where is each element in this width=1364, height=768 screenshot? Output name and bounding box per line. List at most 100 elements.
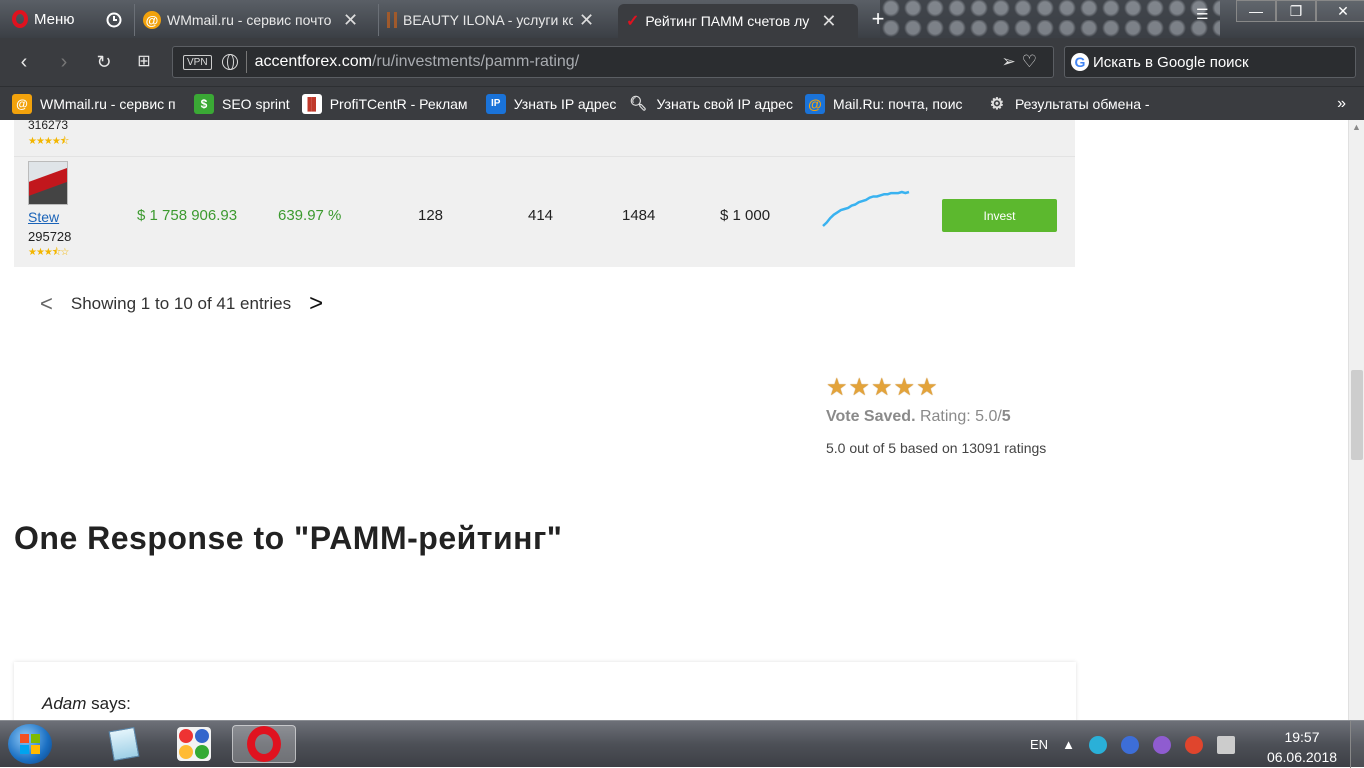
bookmark-seosprint[interactable]: $ SEO sprint — [194, 93, 290, 114]
back-arrow-icon[interactable]: ‹ — [12, 50, 36, 74]
trader-stars: ★★★★⯪ — [28, 136, 69, 147]
more-bookmarks-icon[interactable]: » — [1337, 95, 1346, 113]
prev-page-button[interactable]: < — [40, 291, 53, 317]
rating-star-icon[interactable]: ★ — [916, 376, 938, 400]
magnifier-icon: 🔍︎ — [629, 95, 648, 111]
system-clock[interactable]: 19:57 06.06.2018 — [1262, 727, 1342, 767]
windows-logo-icon — [20, 734, 40, 754]
opera-menu-button[interactable]: Меню — [4, 4, 94, 34]
send-arrow-icon[interactable]: ➢ — [1002, 52, 1022, 71]
rating-label: Rating: 5.0/ — [919, 408, 1002, 425]
bookmark-profitcentr[interactable]: ▐▌ ProfiTCentR - Реклам — [301, 93, 474, 114]
page-content: 316273 ★★★★⯪ Stew 295728 ★★★⯪☆ $ 1 758 9… — [0, 120, 1348, 720]
bookmark-my-ip[interactable]: 🔍︎ Узнать свой IP адрес — [628, 94, 793, 114]
profitcentr-icon: ▐▌ — [301, 93, 322, 114]
bookmark-mailru[interactable]: @ Mail.Ru: почта, поис — [804, 93, 975, 114]
page-scrollbar[interactable]: ▲ — [1348, 120, 1364, 720]
tab-title: WMmail.ru - сервис почто — [167, 12, 332, 28]
comment-author: Adam says: — [42, 694, 131, 714]
history-clock-icon[interactable] — [96, 6, 132, 34]
bookmark-label: Узнать IP адрес — [513, 95, 617, 112]
start-button[interactable] — [8, 724, 52, 764]
tab-wmmail[interactable]: @ WMmail.ru - сервис почто ✕ — [134, 4, 374, 36]
bookmark-label: SEO sprint — [222, 95, 290, 112]
url-actions: ➢♡ — [1002, 52, 1044, 72]
url-path: /ru/investments/pamm-rating/ — [371, 53, 580, 70]
tab-beauty[interactable]: BEAUTY ILONA - услуги ко ✕ — [378, 4, 614, 36]
speed-dial-grid-icon[interactable]: ⊞ — [132, 50, 156, 74]
trader-name-link[interactable]: Stew — [28, 209, 59, 225]
seosprint-icon: $ — [194, 93, 214, 114]
app-grid-icon — [177, 727, 211, 761]
feather-tray-icon[interactable] — [1152, 735, 1171, 754]
show-desktop-button[interactable] — [1350, 721, 1364, 768]
comment-author-name[interactable]: Adam — [42, 694, 86, 713]
equity-sparkline — [822, 190, 910, 227]
language-indicator[interactable]: EN — [1030, 737, 1048, 752]
google-icon: G — [1071, 53, 1089, 71]
stat-cell: 414 — [528, 207, 554, 224]
rating-max: 5 — [1001, 408, 1011, 425]
url-domain: accentforex.com — [254, 53, 372, 70]
rating-star-icon[interactable]: ★ — [849, 376, 871, 400]
tray-expand-icon[interactable]: ▲ — [1062, 737, 1075, 752]
scrollbar-thumb[interactable] — [1351, 370, 1363, 460]
rating-summary: 5.0 out of 5 based on 13091 ratings — [826, 440, 1047, 456]
rating-stars[interactable]: ★ ★ ★ ★ ★ — [826, 376, 1046, 400]
maximize-icon[interactable]: ❐ — [1276, 0, 1316, 22]
bookmark-label: ProfiTCentR - Реклам — [329, 95, 468, 112]
clock-date: 06.06.2018 — [1266, 749, 1338, 765]
taskbar-opera-app[interactable] — [232, 725, 296, 763]
search-input[interactable]: G Искать в Google поиск — [1064, 46, 1356, 78]
trader-avatar[interactable] — [28, 161, 68, 205]
opera-logo-icon — [247, 726, 281, 762]
bird-tray-icon[interactable] — [1088, 735, 1107, 754]
tab-menu-icon[interactable]: ☰ — [1196, 6, 1209, 23]
table-row: 316273 ★★★★⯪ — [14, 120, 1075, 156]
new-tab-plus-icon[interactable]: + — [864, 6, 892, 32]
beauty-icon — [387, 12, 397, 28]
rating-star-icon[interactable]: ★ — [826, 376, 848, 400]
bookmark-ip[interactable]: IP Узнать IP адрес — [485, 93, 617, 114]
vote-status: Vote Saved. Rating: 5.0/5 — [826, 408, 1046, 426]
trader-id: 295728 — [28, 229, 72, 244]
bookmark-label: Узнать свой IP адрес — [656, 95, 793, 112]
close-icon[interactable]: ✕ — [343, 10, 358, 31]
scroll-up-arrow-icon[interactable]: ▲ — [1352, 122, 1361, 132]
minimize-icon[interactable]: — — [1236, 0, 1276, 22]
comment-says: says: — [86, 694, 131, 713]
close-icon[interactable]: ✕ — [579, 10, 594, 31]
network-icon[interactable] — [1216, 735, 1235, 754]
system-tray: EN ▲ — [1030, 721, 1235, 768]
invest-button[interactable]: Invest — [942, 199, 1057, 232]
tab-pamm-rating[interactable]: ✓ Рейтинг ПАММ счетов лу ✕ — [618, 4, 858, 38]
responses-heading: One Response to "PAMM-рейтинг" — [14, 520, 563, 556]
rating-star-icon[interactable]: ★ — [894, 376, 916, 400]
bookmark-wmmail[interactable]: @ WMmail.ru - сервис п — [12, 93, 182, 114]
close-icon[interactable]: ✕ — [821, 11, 836, 32]
rating-star-icon[interactable]: ★ — [871, 376, 893, 400]
app-tray-icon[interactable] — [1184, 735, 1203, 754]
bookmark-label: Mail.Ru: почта, поис — [832, 95, 963, 112]
window-close-icon[interactable]: ✕ — [1316, 0, 1364, 22]
vpn-badge[interactable]: VPN — [183, 54, 212, 70]
next-page-button[interactable]: > — [309, 290, 323, 318]
navigation-bar: ‹ › ↻ ⊞ VPN accentforex.com /ru/investme… — [0, 38, 1364, 86]
taskbar-notes-app[interactable] — [96, 725, 152, 763]
menu-label: Меню — [34, 10, 75, 28]
bookmark-exchange[interactable]: ⚙ Результаты обмена - — [987, 94, 1157, 114]
gain-cell: 639.97 % — [278, 207, 342, 224]
windows-taskbar: EN ▲ 19:57 06.06.2018 — [0, 720, 1364, 768]
clock-time: 19:57 — [1284, 729, 1320, 745]
checkmark-icon: ✓ — [626, 13, 640, 30]
taskbar-launcher-app[interactable] — [166, 725, 222, 763]
reload-icon[interactable]: ↻ — [92, 50, 116, 74]
forward-arrow-icon[interactable]: › — [52, 50, 76, 74]
address-bar[interactable]: VPN accentforex.com /ru/investments/pamm… — [172, 46, 1054, 78]
pagination-info: Showing 1 to 10 of 41 entries — [70, 294, 292, 313]
url-divider — [245, 51, 247, 73]
heart-bookmark-icon[interactable]: ♡ — [1022, 52, 1043, 71]
g-tray-icon[interactable] — [1120, 735, 1139, 754]
titlebar-decoration — [880, 0, 1220, 38]
stat-cell: 1484 — [622, 207, 656, 224]
